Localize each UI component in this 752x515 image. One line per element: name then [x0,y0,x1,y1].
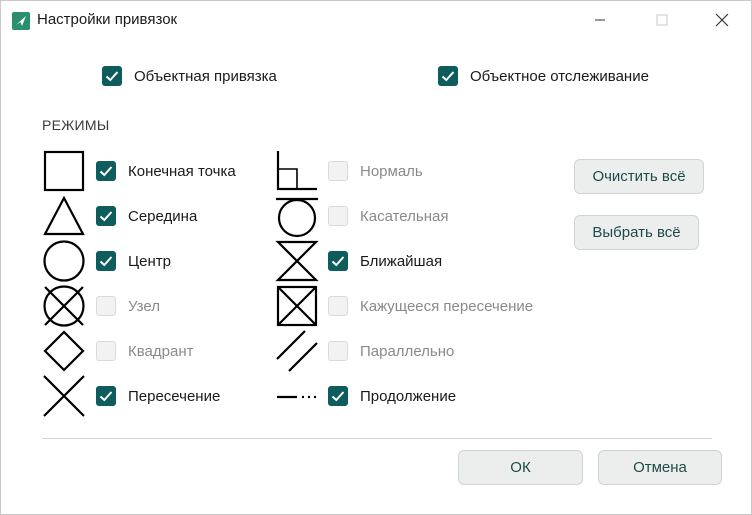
quadrant-diamond-icon [43,330,85,372]
mode-parallel-checkbox[interactable] [328,341,348,361]
object-snap-checkbox[interactable] [102,66,122,86]
mode-apparent-intersection-label: Кажущееся пересечение [360,298,534,315]
mode-intersection-checkbox[interactable] [96,386,116,406]
mode-tangent-label: Касательная [360,208,449,225]
mode-tangent-checkbox[interactable] [328,206,348,226]
mode-midpoint-label: Середина [128,208,198,225]
object-snap-label: Объектная привязка [134,68,277,85]
mode-perpendicular-label: Нормаль [360,163,423,180]
tangent-icon [276,197,318,238]
mode-center-checkbox[interactable] [96,251,116,271]
mode-apparent-intersection-checkbox[interactable] [328,296,348,316]
midpoint-triangle-icon [43,195,85,236]
mode-center-label: Центр [128,253,171,270]
checkmark-icon [331,256,345,267]
object-tracking-checkbox[interactable] [438,66,458,86]
checkmark-icon [99,256,113,267]
checkmark-icon [105,71,119,82]
mode-extension-checkbox[interactable] [328,386,348,406]
maximize-icon [656,14,668,26]
snap-settings-dialog: Настройки привязок Объектная привязка Об… [0,0,752,515]
minimize-icon [595,19,605,21]
minimize-button[interactable] [577,1,623,39]
ok-button[interactable]: ОК [458,450,583,485]
modes-section-title: РЕЖИМЫ [42,117,110,133]
mode-nearest-checkbox[interactable] [328,251,348,271]
mode-endpoint-label: Конечная точка [128,163,236,180]
checkmark-icon [331,391,345,402]
mode-intersection-label: Пересечение [128,388,221,405]
window-title: Настройки привязок [37,11,178,28]
close-button[interactable] [699,1,745,39]
mode-parallel-label: Параллельно [360,343,455,360]
mode-quadrant-checkbox[interactable] [96,341,116,361]
endpoint-square-icon [43,150,85,192]
node-circle-x-icon [43,285,85,327]
extension-icon [277,395,316,399]
intersection-x-icon [43,375,85,417]
perpendicular-icon [276,151,317,191]
mode-node-checkbox[interactable] [96,296,116,316]
app-logo-icon [11,11,31,31]
title-bar: Настройки привязок [1,1,751,39]
close-icon [715,13,729,27]
parallel-icon [276,330,318,372]
mode-nearest-label: Ближайшая [360,253,443,270]
object-tracking-label: Объектное отслеживание [470,68,649,85]
center-circle-icon [43,240,85,282]
checkmark-icon [99,391,113,402]
cancel-button[interactable]: Отмена [598,450,722,485]
apparent-intersection-icon [276,285,318,327]
nearest-hourglass-icon [275,240,319,282]
select-all-button[interactable]: Выбрать всё [574,215,699,250]
mode-node-label: Узел [128,298,160,315]
divider [42,438,712,439]
maximize-button[interactable] [639,1,685,39]
checkmark-icon [99,211,113,222]
checkmark-icon [99,166,113,177]
mode-perpendicular-checkbox[interactable] [328,161,348,181]
clear-all-button[interactable]: Очистить всё [574,159,704,194]
mode-quadrant-label: Квадрант [128,343,194,360]
mode-endpoint-checkbox[interactable] [96,161,116,181]
mode-extension-label: Продолжение [360,388,457,405]
mode-midpoint-checkbox[interactable] [96,206,116,226]
checkmark-icon [441,71,455,82]
